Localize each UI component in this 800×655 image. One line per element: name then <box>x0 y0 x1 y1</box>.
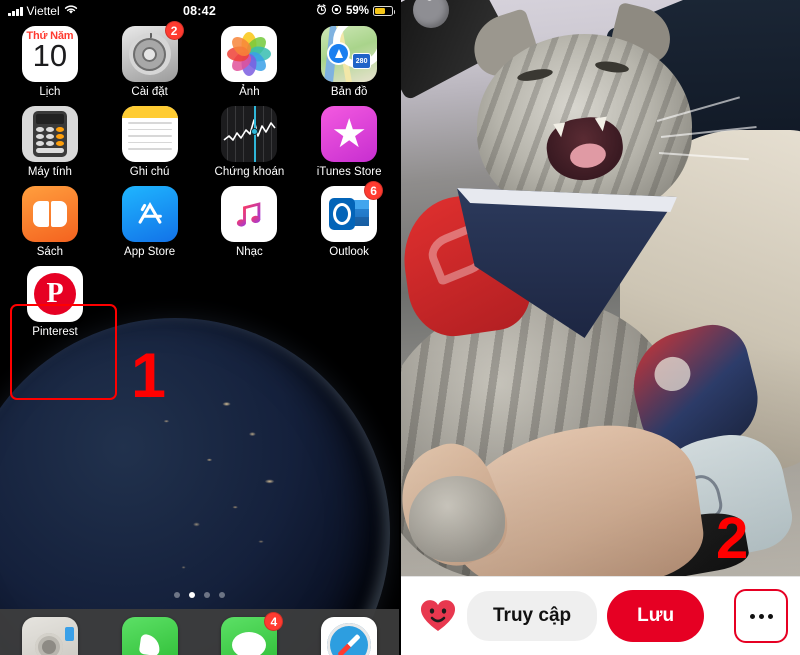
maps-icon: 280 <box>321 26 378 82</box>
app-label: Bản đồ <box>330 86 368 98</box>
app-ghi-chu[interactable]: Ghi chú <box>104 106 196 178</box>
app-label: Lịch <box>39 86 61 98</box>
more-dot <box>749 613 755 619</box>
app-label: iTunes Store <box>316 166 382 178</box>
screenshot-root: Viettel 08:42 59% Thứ Năm 10 Lịch 2 Cài … <box>0 0 800 655</box>
panel-divider <box>399 0 401 655</box>
app-app-store[interactable]: App Store <box>104 186 196 258</box>
safari-compass-icon <box>321 617 378 655</box>
more-options-button[interactable] <box>734 589 788 643</box>
dock-app-camera[interactable] <box>21 617 78 655</box>
page-dot[interactable] <box>204 592 210 598</box>
more-dot <box>758 613 764 619</box>
annotation-step-2: 2 <box>716 506 749 571</box>
photo-shade <box>399 0 800 576</box>
icon-wrap: 2 <box>121 21 184 82</box>
page-dot-active[interactable] <box>189 592 195 598</box>
icon-wrap <box>121 106 178 162</box>
app-row: Thứ Năm 10 Lịch 2 Cài đặt Ảnh 280 Bản đồ <box>0 21 399 98</box>
app-itunes-store[interactable]: ★ iTunes Store <box>303 106 395 178</box>
save-button[interactable]: Lưu <box>607 590 705 642</box>
page-dot[interactable] <box>174 592 180 598</box>
icon-wrap <box>121 186 178 242</box>
icon-wrap: 280 <box>321 26 378 82</box>
app-ban-do[interactable]: 280 Bản đồ <box>303 26 395 98</box>
app-label: Ghi chú <box>129 166 170 178</box>
icon-wrap <box>221 26 278 82</box>
app-anh[interactable]: Ảnh <box>203 26 295 98</box>
app-row: Sách App Store Nhạc 6 Outlook <box>0 181 399 258</box>
heart-face-reaction-icon[interactable] <box>419 597 457 635</box>
calendar-icon: Thứ Năm 10 <box>21 26 78 82</box>
home-screen-dock: 4 <box>0 609 399 655</box>
icon-wrap: 6 <box>321 181 384 242</box>
app-row: Máy tính Ghi chú Chứng khoán ★ iTunes St… <box>0 106 399 178</box>
dock-app-messages[interactable]: 4 <box>221 612 284 655</box>
icon-wrap <box>21 106 78 162</box>
calendar-date: 10 <box>32 38 68 73</box>
maps-location-arrow-icon <box>329 44 349 63</box>
photos-icon <box>221 26 278 82</box>
visit-button[interactable]: Truy cập <box>467 591 598 641</box>
calculator-icon <box>21 106 78 162</box>
app-label: Máy tính <box>27 166 72 178</box>
icon-wrap: Thứ Năm 10 <box>21 26 78 82</box>
app-icon-grid: Thứ Năm 10 Lịch 2 Cài đặt Ảnh 280 Bản đồ… <box>0 21 399 346</box>
app-sach[interactable]: Sách <box>4 186 96 258</box>
maps-route-shield: 280 <box>352 53 372 69</box>
app-cai-dat[interactable]: 2 Cài đặt <box>104 21 196 98</box>
stocks-icon <box>221 106 278 162</box>
badge-count: 2 <box>164 21 184 40</box>
photos-pinwheel <box>227 32 272 76</box>
page-dot[interactable] <box>219 592 225 598</box>
books-icon <box>21 186 78 242</box>
dock-app-safari[interactable] <box>321 617 378 655</box>
annotation-step-1: 1 <box>131 341 167 411</box>
pinterest-highlight-box <box>10 304 117 400</box>
badge-count: 6 <box>364 181 384 200</box>
icon-wrap <box>221 106 278 162</box>
icon-wrap <box>221 186 278 242</box>
status-bar-clock: 08:42 <box>183 4 216 18</box>
app-label: Nhạc <box>235 246 263 258</box>
icon-wrap <box>21 186 78 242</box>
camera-icon <box>21 617 78 655</box>
app-store-icon <box>121 186 178 242</box>
app-label: App Store <box>124 246 176 258</box>
page-indicator-dots[interactable] <box>0 592 399 598</box>
app-label: Outlook <box>329 246 369 258</box>
music-icon <box>221 186 278 242</box>
phone-icon <box>121 617 178 655</box>
app-lich[interactable]: Thứ Năm 10 Lịch <box>4 26 96 98</box>
dock-app-phone[interactable] <box>121 617 178 655</box>
pin-action-bar: Truy cập Lưu <box>399 576 800 655</box>
icon-wrap: ★ <box>321 106 378 162</box>
status-bar: Viettel 08:42 59% <box>0 0 399 22</box>
more-dot <box>767 613 773 619</box>
app-chung-khoan[interactable]: Chứng khoán <box>203 106 295 178</box>
app-outlook[interactable]: 6 Outlook <box>303 181 395 258</box>
app-label: Sách <box>36 246 63 258</box>
app-label: Chứng khoán <box>214 166 285 178</box>
iphone-home-screen: Viettel 08:42 59% Thứ Năm 10 Lịch 2 Cài … <box>0 0 399 655</box>
itunes-store-icon: ★ <box>321 106 378 162</box>
badge-count: 4 <box>264 612 284 631</box>
app-may-tinh[interactable]: Máy tính <box>4 106 96 178</box>
app-label: Ảnh <box>239 86 260 98</box>
pin-image[interactable] <box>399 0 800 576</box>
notes-icon <box>121 106 178 162</box>
app-nhac[interactable]: Nhạc <box>203 186 295 258</box>
app-label: Cài đặt <box>131 86 168 98</box>
battery-low-power-icon <box>373 6 395 16</box>
